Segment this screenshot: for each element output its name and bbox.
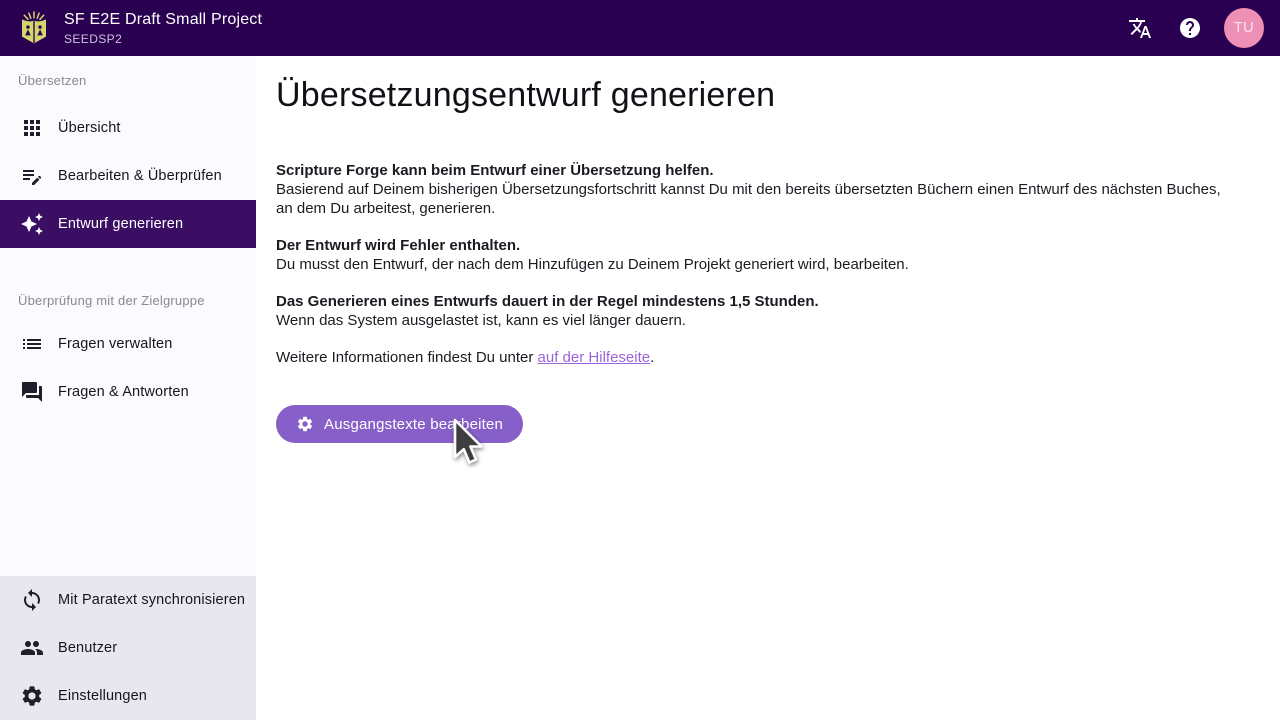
- project-title: SF E2E Draft Small Project: [64, 11, 262, 29]
- avatar-initials: TU: [1234, 20, 1254, 36]
- paragraph-bold: Das Generieren eines Entwurfs dauert in …: [276, 293, 819, 310]
- forum-icon: [20, 380, 44, 404]
- sidebar-item-label: Benutzer: [58, 640, 117, 656]
- sidebar-item-label: Fragen & Antworten: [58, 384, 189, 400]
- main-content: Übersetzungsentwurf generieren Scripture…: [256, 56, 1280, 720]
- apps-icon: [20, 116, 44, 140]
- button-label: Ausgangstexte bearbeiten: [324, 416, 503, 433]
- help-page-link[interactable]: auf der Hilfeseite: [538, 349, 651, 366]
- project-shortname: SEEDSP2: [64, 32, 262, 46]
- paragraph-more-info: Weitere Informationen findest Du unter a…: [276, 348, 1224, 367]
- scripture-forge-logo-icon: [18, 10, 50, 46]
- sidebar-section-translate: Übersetzen: [0, 56, 256, 104]
- auto-awesome-icon: [20, 212, 44, 236]
- language-menu-button[interactable]: [1120, 8, 1160, 48]
- paragraph-draft-duration: Das Generieren eines Entwurfs dauert in …: [276, 292, 1224, 330]
- translate-icon: [1128, 16, 1152, 40]
- sidebar-item-label: Einstellungen: [58, 688, 147, 704]
- edit-note-icon: [20, 164, 44, 188]
- sidebar-footer: Mit Paratext synchronisieren Benutzer Ei…: [0, 576, 256, 720]
- configure-sources-button[interactable]: Ausgangstexte bearbeiten: [276, 405, 523, 443]
- sidebar-nav: Übersetzen Übersicht Bearbeiten & Überpr…: [0, 56, 256, 720]
- app-window: SF E2E Draft Small Project SEEDSP2 TU Üb…: [0, 0, 1280, 720]
- help-button[interactable]: [1170, 8, 1210, 48]
- paragraph-bold: Der Entwurf wird Fehler enthalten.: [276, 237, 520, 254]
- paragraph-draft-help: Scripture Forge kann beim Entwurf einer …: [276, 161, 1224, 218]
- sidebar-item-label: Übersicht: [58, 120, 121, 136]
- paragraph-text: Wenn das System ausgelastet ist, kann es…: [276, 312, 686, 329]
- sidebar-item-users[interactable]: Benutzer: [0, 624, 256, 672]
- project-title-block: SF E2E Draft Small Project SEEDSP2: [64, 11, 262, 46]
- sidebar-item-label: Mit Paratext synchronisieren: [58, 592, 245, 608]
- user-avatar[interactable]: TU: [1224, 8, 1264, 48]
- sidebar-item-generate-draft[interactable]: Entwurf generieren: [0, 200, 256, 248]
- help-line-suffix: .: [650, 349, 654, 366]
- sidebar-item-manage-questions[interactable]: Fragen verwalten: [0, 320, 256, 368]
- gear-icon: [296, 415, 314, 433]
- sidebar-item-label: Fragen verwalten: [58, 336, 172, 352]
- paragraph-draft-errors: Der Entwurf wird Fehler enthalten. Du mu…: [276, 236, 1224, 274]
- paragraph-bold: Scripture Forge kann beim Entwurf einer …: [276, 162, 714, 179]
- sidebar-section-community-checking: Überprüfung mit der Zielgruppe: [0, 280, 256, 320]
- sidebar-item-overview[interactable]: Übersicht: [0, 104, 256, 152]
- help-icon: [1178, 16, 1202, 40]
- sidebar-item-questions-answers[interactable]: Fragen & Antworten: [0, 368, 256, 416]
- paragraph-text: Du musst den Entwurf, der nach dem Hinzu…: [276, 256, 909, 273]
- help-line-prefix: Weitere Informationen findest Du unter: [276, 349, 538, 366]
- sidebar-item-label: Bearbeiten & Überprüfen: [58, 168, 222, 184]
- sync-icon: [20, 588, 44, 612]
- people-icon: [20, 636, 44, 660]
- sidebar-item-edit-review[interactable]: Bearbeiten & Überprüfen: [0, 152, 256, 200]
- sidebar-item-settings[interactable]: Einstellungen: [0, 672, 256, 720]
- paragraph-text: Basierend auf Deinem bisherigen Übersetz…: [276, 181, 1221, 217]
- settings-icon: [20, 684, 44, 708]
- sidebar-spacer: [0, 416, 256, 576]
- sidebar-item-sync-paratext[interactable]: Mit Paratext synchronisieren: [0, 576, 256, 624]
- top-app-bar: SF E2E Draft Small Project SEEDSP2 TU: [0, 0, 1280, 56]
- page-title: Übersetzungsentwurf generieren: [276, 75, 1224, 115]
- list-icon: [20, 332, 44, 356]
- sidebar-item-label: Entwurf generieren: [58, 216, 183, 232]
